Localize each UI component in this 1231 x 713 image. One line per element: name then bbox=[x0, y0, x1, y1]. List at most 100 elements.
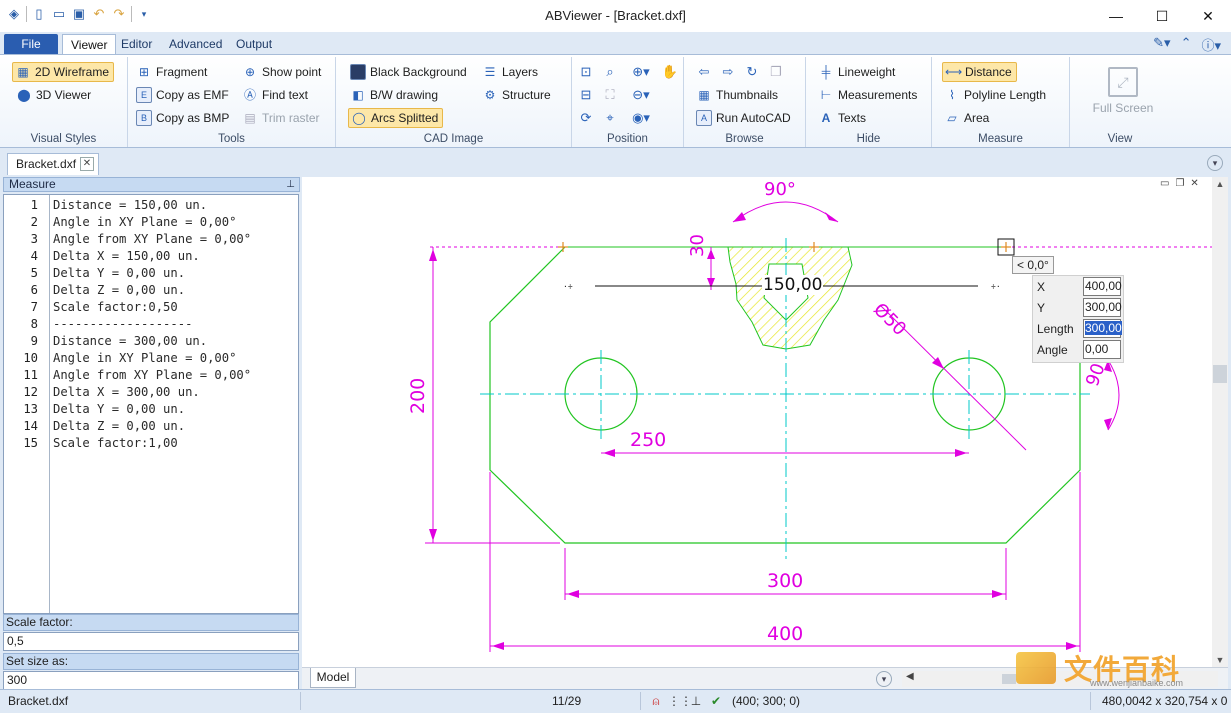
tab-model[interactable]: Model bbox=[310, 668, 356, 688]
pin-icon[interactable]: ⊥ bbox=[286, 178, 295, 191]
check-icon[interactable]: ✔ bbox=[708, 694, 724, 709]
minimize-icon[interactable]: — bbox=[1093, 0, 1139, 32]
bw-label: B/W drawing bbox=[370, 88, 439, 102]
measure-line-text: Scale factor:1,00 bbox=[53, 436, 178, 450]
measurements-button[interactable]: ⊢ Measurements bbox=[816, 85, 921, 105]
lineweight-button[interactable]: ╪ Lineweight bbox=[816, 62, 899, 82]
watermark-logo-icon bbox=[1016, 652, 1056, 684]
orbit-icon[interactable]: ◉▾ bbox=[628, 108, 654, 128]
line-number: 7 bbox=[30, 300, 38, 314]
tab-file[interactable]: File bbox=[4, 34, 58, 54]
zoom-previous-icon[interactable]: ⌖ bbox=[600, 108, 620, 128]
rotate-3d-icon[interactable]: ⟳ bbox=[576, 108, 596, 128]
fullsize-icon[interactable]: ⛶ bbox=[600, 85, 620, 105]
grid-icon[interactable]: ⋮⋮ bbox=[668, 694, 692, 709]
zoom-in-icon[interactable]: ⊕▾ bbox=[628, 62, 654, 82]
find-text-button[interactable]: Ⓐ Find text bbox=[240, 85, 312, 105]
thumbnails-icon: ▦ bbox=[698, 88, 710, 102]
pan-hand-icon[interactable]: ✋ bbox=[660, 62, 680, 82]
collapse-ribbon-icon[interactable]: ⌃ bbox=[1181, 35, 1192, 54]
maximize-icon[interactable]: ☐ bbox=[1139, 0, 1185, 32]
tab-output[interactable]: Output bbox=[228, 34, 280, 54]
zoom-window-icon[interactable]: ⌕ bbox=[600, 62, 620, 82]
run-autocad-button[interactable]: A Run AutoCAD bbox=[694, 108, 795, 128]
dim-300: 300 bbox=[767, 570, 804, 592]
measure-output[interactable]: 1 Distance = 150,00 un. 2 Angle in XY Plane… bbox=[3, 194, 299, 614]
status-divider bbox=[640, 692, 641, 710]
tab-advanced[interactable]: Advanced bbox=[161, 34, 230, 54]
trim-raster-button[interactable]: ▤ Trim raster bbox=[240, 108, 324, 128]
measure-line-text: Delta Y = 0,00 un. bbox=[53, 402, 186, 416]
refresh-icon[interactable]: ↻ bbox=[742, 62, 762, 82]
full-screen-button[interactable]: ⤢ Full Screen bbox=[1088, 67, 1158, 115]
distance-button[interactable]: ⟷ Distance bbox=[942, 62, 1017, 82]
angle-input[interactable]: 0,00 bbox=[1083, 340, 1121, 359]
layers-button[interactable]: ☰ Layers bbox=[480, 62, 542, 82]
x-input[interactable]: 400,00 bbox=[1083, 277, 1122, 296]
vertical-scrollbar[interactable]: ▲ ▼ bbox=[1212, 177, 1228, 667]
copy-emf-button[interactable]: E Copy as EMF bbox=[134, 85, 233, 105]
extents-icon[interactable]: ⊟ bbox=[576, 85, 596, 105]
svg-text:÷·: ÷· bbox=[991, 282, 1001, 291]
style-icon[interactable]: ✎▾ bbox=[1153, 35, 1170, 54]
scroll-left-icon[interactable]: ◀ bbox=[906, 671, 914, 682]
close-tab-icon[interactable]: ✕ bbox=[80, 157, 94, 171]
zoom-out-icon[interactable]: ⊖▾ bbox=[628, 85, 654, 105]
scale-factor-input[interactable]: 0,5 bbox=[3, 632, 299, 651]
polyline-length-button[interactable]: ⌇ Polyline Length bbox=[942, 85, 1050, 105]
doc-tab-bracket[interactable]: Bracket.dxf ✕ bbox=[7, 153, 99, 175]
help-icon[interactable]: ⓘ▾ bbox=[1201, 35, 1221, 54]
bw-drawing-button[interactable]: ◧ B/W drawing bbox=[348, 85, 442, 105]
line-number: 6 bbox=[30, 283, 38, 297]
arrow-right-icon[interactable]: ⇨ bbox=[718, 62, 738, 82]
tab-viewer[interactable]: Viewer bbox=[62, 34, 117, 54]
layout-list-icon[interactable]: ▾ bbox=[876, 671, 892, 687]
black-background-button[interactable]: Black Background bbox=[348, 62, 471, 82]
y-input[interactable]: 300,00 bbox=[1083, 298, 1122, 317]
ortho-icon[interactable]: ⊥ bbox=[688, 694, 704, 709]
arrow-left-icon[interactable]: ⇦ bbox=[694, 62, 714, 82]
close-icon[interactable]: ✕ bbox=[1185, 0, 1231, 32]
snap-magnet-icon[interactable]: ⍝ bbox=[648, 694, 664, 709]
fragment-button[interactable]: ⊞ Fragment bbox=[134, 62, 211, 82]
measure-panel: Measure ⊥ 1 Distance = 150,00 un. 2 Angle i… bbox=[3, 177, 300, 690]
show-point-button[interactable]: ⊕ Show point bbox=[240, 62, 325, 82]
tab-list-icon[interactable]: ▾ bbox=[1207, 155, 1223, 171]
copy-icon[interactable]: ❐ bbox=[766, 62, 786, 82]
trim-icon: ▤ bbox=[244, 111, 256, 125]
structure-button[interactable]: ⚙ Structure bbox=[480, 85, 555, 105]
wireframe-2d-button[interactable]: ▦ 2D Wireframe bbox=[12, 62, 115, 82]
length-input[interactable]: 300,00 bbox=[1083, 319, 1122, 338]
fragment-icon: ⊞ bbox=[138, 65, 150, 79]
fit-icon[interactable]: ⊡ bbox=[576, 62, 596, 82]
scroll-thumb[interactable] bbox=[1213, 365, 1227, 383]
thumbnails-button[interactable]: ▦ Thumbnails bbox=[694, 85, 782, 105]
scroll-up-icon[interactable]: ▲ bbox=[1212, 179, 1228, 189]
drawing-canvas[interactable]: ·÷ ÷· 90° 30 150,00 Ø50 200 250 90° 300 … bbox=[302, 177, 1212, 667]
set-size-input[interactable]: 300 bbox=[3, 671, 299, 690]
structure-icon: ⚙ bbox=[484, 88, 496, 102]
canvas-close-icon[interactable]: ✕ bbox=[1190, 178, 1198, 189]
find-text-icon: Ⓐ bbox=[243, 88, 256, 102]
canvas-minimize-icon[interactable]: ▭ bbox=[1160, 178, 1169, 189]
measure-line-text: Distance = 150,00 un. bbox=[53, 198, 208, 212]
group-hide: ╪ Lineweight ⊢ Measurements A Texts Hide bbox=[806, 57, 932, 147]
copy-bmp-button[interactable]: B Copy as BMP bbox=[134, 108, 233, 128]
texts-button[interactable]: A Texts bbox=[816, 108, 870, 128]
group-label: Hide bbox=[856, 133, 881, 145]
ribbon: ▦ 2D Wireframe ⬤ 3D Viewer Visual Styles… bbox=[0, 54, 1231, 148]
coordinate-popup: X 400,00 Y 300,00 Length 300,00 Angle 0,… bbox=[1032, 275, 1124, 363]
structure-label: Structure bbox=[502, 88, 551, 102]
text-a-icon: A bbox=[821, 111, 831, 125]
group-label: Visual Styles bbox=[30, 133, 97, 145]
line-number: 13 bbox=[23, 402, 38, 416]
tab-editor[interactable]: Editor bbox=[113, 34, 160, 54]
group-label: Position bbox=[607, 133, 648, 145]
arcs-splitted-button[interactable]: ◯ Arcs Splitted bbox=[348, 108, 444, 128]
viewer-3d-button[interactable]: ⬤ 3D Viewer bbox=[14, 85, 95, 105]
group-measure: ⟷ Distance ⌇ Polyline Length ▱ Area Meas… bbox=[932, 57, 1070, 147]
area-button[interactable]: ▱ Area bbox=[942, 108, 993, 128]
polyline-icon: ⌇ bbox=[949, 88, 955, 102]
scroll-down-icon[interactable]: ▼ bbox=[1212, 655, 1228, 665]
canvas-restore-icon[interactable]: ❐ bbox=[1175, 178, 1184, 189]
